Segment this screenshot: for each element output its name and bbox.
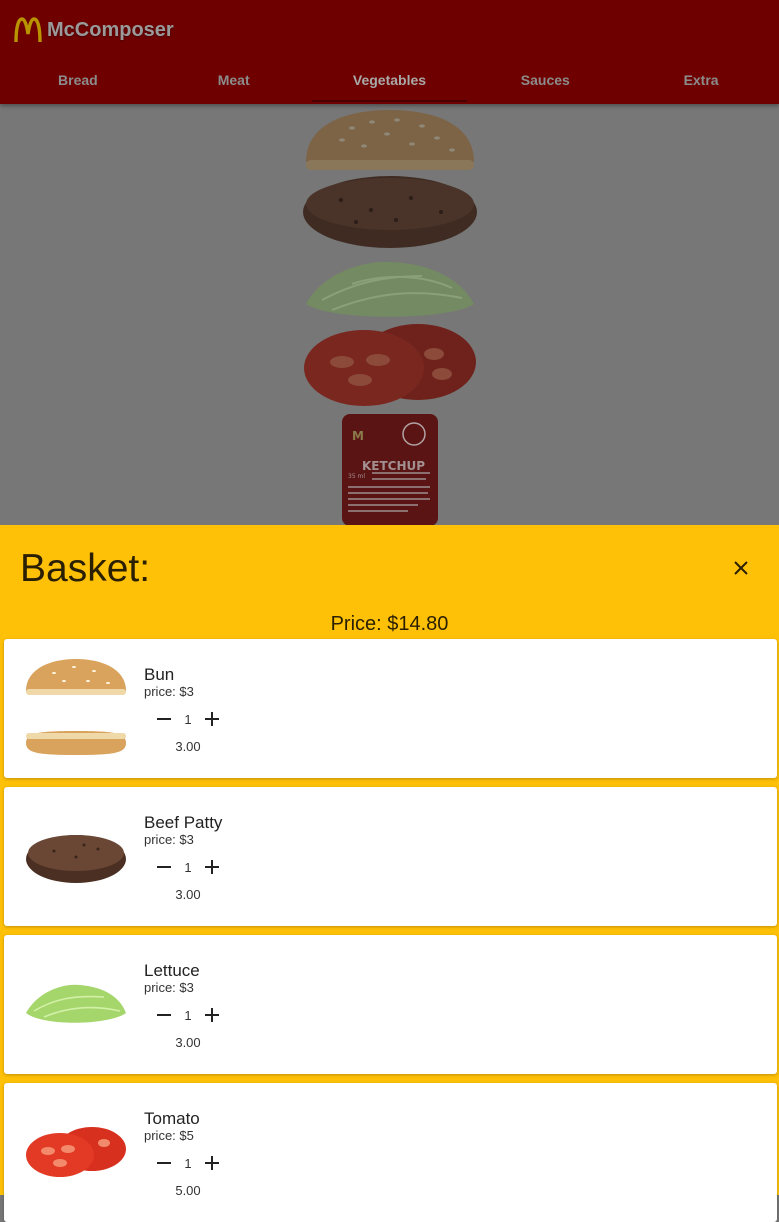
item-unit-price: price: $3 [144, 684, 194, 699]
svg-text:M: M [352, 429, 364, 443]
tab-bread[interactable]: Bread [0, 62, 156, 102]
beef-patty-thumbnail [26, 835, 126, 883]
tomato-thumbnail [26, 1127, 126, 1177]
tab-meat[interactable]: Meat [156, 62, 312, 102]
bun-top-layer [305, 110, 474, 170]
app-bar: McComposer Bread Meat Vegetables Sauces … [0, 0, 779, 104]
tomato-layer [303, 324, 476, 406]
quantity-value: 1 [184, 711, 192, 727]
quantity-value: 1 [184, 1007, 192, 1023]
minus-icon[interactable] [154, 1005, 174, 1025]
quantity-stepper: 1 [154, 855, 222, 879]
basket-sheet: Basket: Price: $14.80 Bun price: $3 1 3.… [0, 525, 779, 1222]
basket-title: Basket: [20, 547, 151, 590]
lettuce-layer [305, 261, 474, 317]
burger-preview: M KETCHUP 35 ml [0, 104, 779, 526]
minus-icon[interactable] [154, 709, 174, 729]
item-unit-price: price: $3 [144, 832, 194, 847]
quantity-value: 1 [184, 859, 192, 875]
close-icon[interactable] [728, 555, 754, 581]
quantity-stepper: 1 [154, 707, 222, 731]
bun-thumbnail [26, 659, 126, 755]
plus-icon[interactable] [202, 1153, 222, 1173]
plus-icon[interactable] [202, 1005, 222, 1025]
quantity-stepper: 1 [154, 1151, 222, 1175]
quantity-value: 1 [184, 1155, 192, 1171]
minus-icon[interactable] [154, 1153, 174, 1173]
item-name: Bun [144, 665, 175, 684]
item-unit-price: price: $3 [144, 980, 194, 995]
plus-icon[interactable] [202, 709, 222, 729]
basket-item: Beef Patty price: $3 1 3.00 [4, 787, 777, 926]
item-subtotal: 3.00 [175, 739, 201, 754]
tab-extra[interactable]: Extra [623, 62, 779, 102]
ketchup-sachet-layer: M KETCHUP 35 ml [341, 414, 438, 526]
svg-text:35 ml: 35 ml [348, 473, 365, 480]
minus-icon[interactable] [154, 857, 174, 877]
beef-patty-layer [302, 176, 477, 248]
item-unit-price: price: $5 [144, 1128, 194, 1143]
basket-item: Tomato price: $5 1 5.00 [4, 1083, 777, 1222]
basket-item: Lettuce price: $3 1 3.00 [4, 935, 777, 1074]
basket-item: Bun price: $3 1 3.00 [4, 639, 777, 778]
item-subtotal: 3.00 [175, 887, 201, 902]
item-name: Lettuce [144, 961, 200, 980]
brand[interactable]: McComposer [14, 16, 174, 44]
mcdonalds-logo-icon [14, 17, 42, 43]
basket-total-price: Price: $14.80 [330, 613, 449, 635]
category-tabs: Bread Meat Vegetables Sauces Extra [0, 62, 779, 102]
tab-sauces[interactable]: Sauces [467, 62, 623, 102]
item-name: Tomato [144, 1109, 200, 1128]
tab-vegetables[interactable]: Vegetables [311, 62, 468, 102]
svg-text:KETCHUP: KETCHUP [362, 459, 425, 473]
quantity-stepper: 1 [154, 1003, 222, 1027]
plus-icon[interactable] [202, 857, 222, 877]
item-subtotal: 3.00 [175, 1035, 201, 1050]
item-subtotal: 5.00 [175, 1183, 201, 1198]
lettuce-thumbnail [26, 984, 126, 1023]
app-title: McComposer [47, 18, 174, 41]
item-name: Beef Patty [144, 813, 223, 832]
